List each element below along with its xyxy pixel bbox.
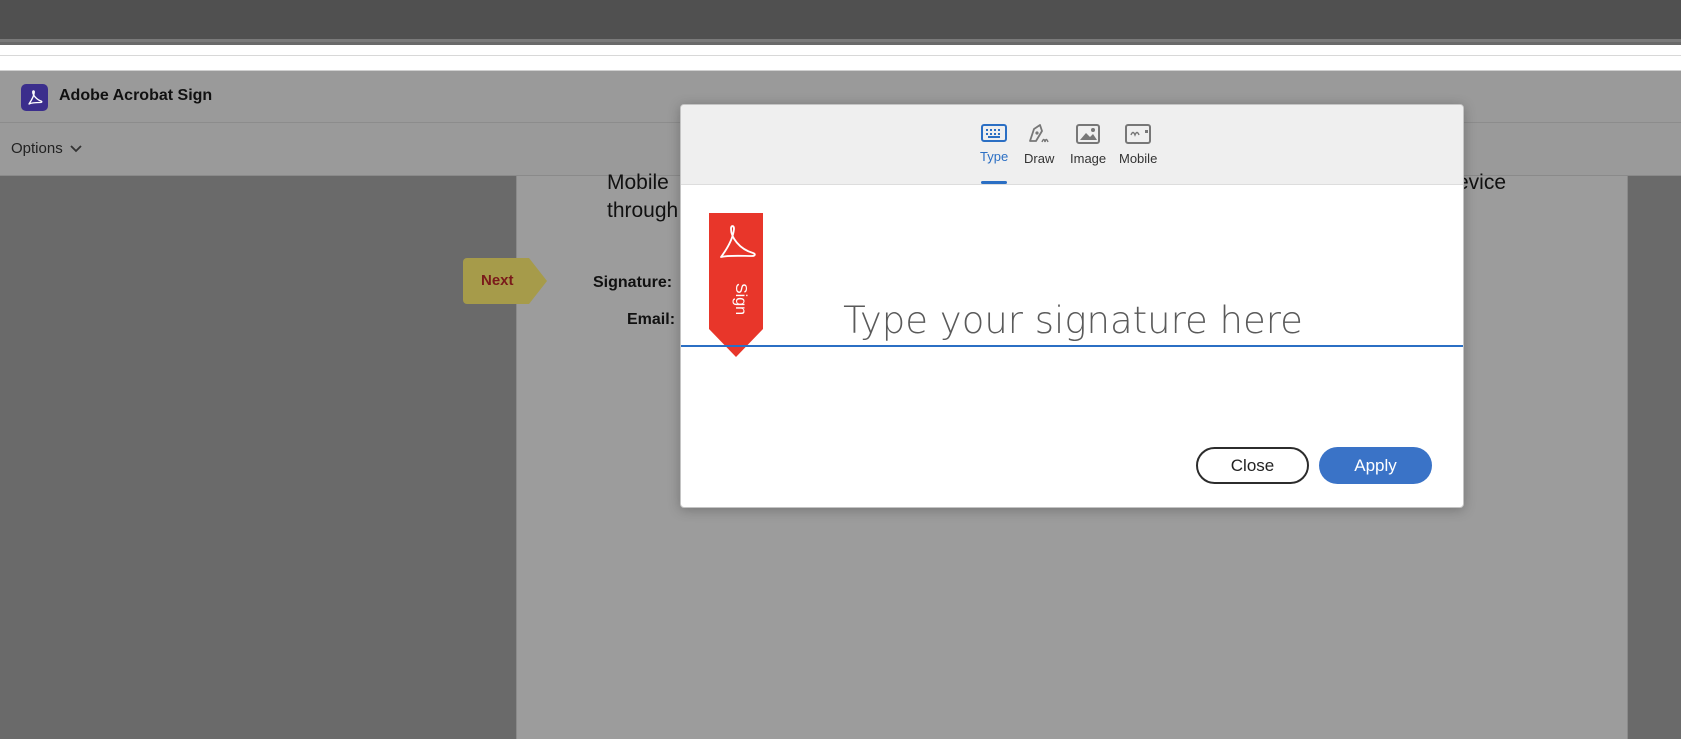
document-text-line1-right: evice — [1457, 171, 1507, 194]
next-field-button[interactable]: Next — [463, 258, 547, 304]
document-text-line1-left: Mobile — [607, 171, 669, 194]
acrobat-logo-icon — [21, 84, 48, 111]
browser-top-bar — [0, 0, 1681, 42]
app-title: Adobe Acrobat Sign — [59, 87, 213, 104]
image-icon — [1076, 124, 1101, 144]
signature-input[interactable] — [681, 295, 1463, 347]
tab-type[interactable]: Type — [980, 123, 1008, 164]
document-text-line2-left: through — [607, 199, 679, 222]
tab-draw-label: Draw — [1024, 151, 1055, 166]
options-label: Options — [11, 140, 63, 157]
active-tab-indicator — [981, 181, 1007, 184]
signature-field-label: Signature: — [593, 274, 673, 291]
tab-draw[interactable]: Draw — [1024, 123, 1054, 166]
tab-type-label: Type — [980, 149, 1009, 164]
divider — [0, 55, 1681, 56]
tab-image-label: Image — [1070, 151, 1107, 166]
next-label: Next — [481, 272, 514, 289]
close-button[interactable]: Close — [1196, 447, 1309, 484]
email-field-label: Email: — [627, 311, 676, 328]
browser-address-area — [0, 45, 1681, 71]
pen-icon — [1029, 124, 1049, 143]
tab-image[interactable]: Image — [1070, 123, 1106, 166]
next-tag-arrow — [529, 258, 547, 304]
signature-dialog: Type Draw Image Mobile Sign Type your si… — [680, 104, 1464, 508]
chevron-down-icon — [70, 144, 82, 152]
tab-mobile[interactable]: Mobile — [1119, 123, 1157, 166]
keyboard-icon — [981, 124, 1008, 142]
tab-mobile-label: Mobile — [1119, 151, 1158, 166]
signature-method-tabs: Type Draw Image Mobile — [681, 105, 1463, 185]
mobile-icon — [1125, 124, 1152, 144]
apply-button[interactable]: Apply — [1319, 447, 1432, 484]
options-menu-button[interactable]: Options — [11, 140, 83, 157]
